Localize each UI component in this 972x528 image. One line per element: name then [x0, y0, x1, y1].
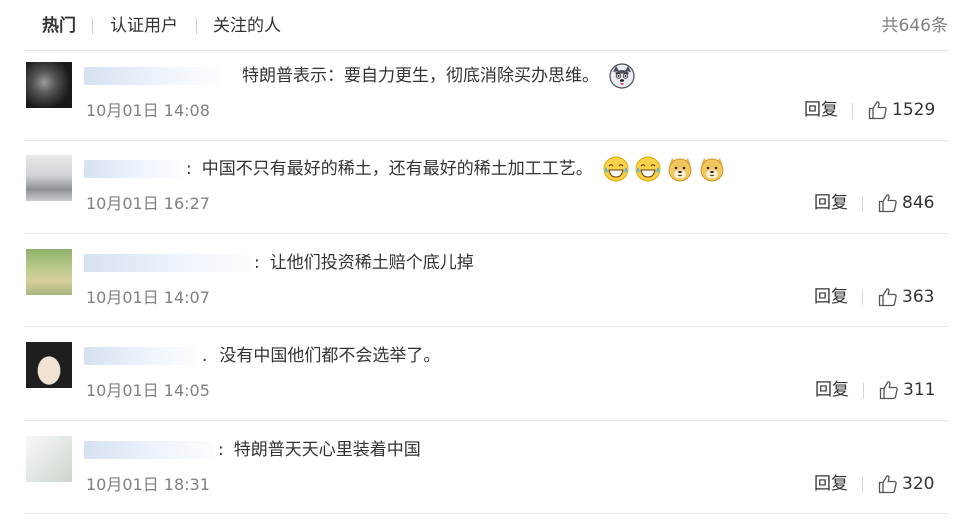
username-dot: .: [202, 346, 208, 366]
comment-text: : 中国不只有最好的稀土，还有最好的稀土加工工艺。: [186, 156, 725, 182]
like-button[interactable]: 846: [878, 191, 938, 215]
action-divider: [862, 477, 863, 493]
username-colon: :: [218, 440, 224, 460]
comment-divider: [24, 140, 948, 141]
like-count: 1529: [892, 100, 936, 120]
comment-item: : 让他们投资稀土赔个底儿掉 10月01日 14:07 回复 363: [0, 249, 972, 341]
comment-date: 10月01日 14:08: [86, 101, 210, 120]
reply-button[interactable]: 回复: [815, 378, 849, 402]
comment-divider: [24, 420, 948, 421]
comment-body: 没有中国他们都不会选举了。: [219, 346, 441, 366]
thumbs-up-icon: [868, 101, 887, 120]
doge-emoji-icon: [668, 158, 692, 182]
comment-body: 特朗普表示：要自力更生，彻底消除买办思维。: [242, 66, 599, 86]
action-divider: [862, 196, 863, 212]
username-blurred[interactable]: [84, 441, 214, 459]
comment-date: 10月01日 14:05: [86, 381, 210, 400]
username-colon: :: [186, 159, 192, 179]
like-button[interactable]: 311: [879, 378, 939, 402]
tab-verified-users[interactable]: 认证用户: [110, 14, 178, 38]
like-button[interactable]: 363: [878, 285, 938, 309]
header-divider: [24, 50, 948, 51]
avatar[interactable]: [26, 342, 72, 388]
comment-text: : 让他们投资稀土赔个底儿掉: [254, 250, 474, 276]
reply-button[interactable]: 回复: [804, 98, 838, 122]
comment-divider: [24, 326, 948, 327]
husky-emoji-icon: [609, 63, 635, 89]
doge-emoji-icon: [700, 158, 724, 182]
username-blurred[interactable]: [84, 160, 180, 178]
tab-hot[interactable]: 热门: [42, 14, 76, 38]
comment-text: 特朗普表示：要自力更生，彻底消除买办思维。: [242, 63, 635, 89]
action-divider: [863, 383, 864, 399]
avatar[interactable]: [26, 155, 72, 201]
laugh-cry-emoji-icon: [603, 156, 629, 182]
like-count: 311: [903, 380, 936, 400]
tab-divider: [196, 18, 197, 34]
username-blurred[interactable]: [84, 254, 250, 272]
comment-item: : 特朗普天天心里装着中国 10月01日 18:31 回复 320: [0, 436, 972, 528]
comment-date: 10月01日 14:07: [86, 288, 210, 307]
comment-body: 让他们投资稀土赔个底儿掉: [269, 253, 474, 273]
thumbs-up-icon: [878, 288, 897, 307]
like-button[interactable]: 1529: [868, 98, 938, 122]
tab-divider: [92, 18, 93, 34]
comment-body: 中国不只有最好的稀土，还有最好的稀土加工工艺。: [201, 159, 593, 179]
tab-following[interactable]: 关注的人: [213, 14, 281, 38]
comment-tabs: 热门 认证用户 关注的人 共646条: [0, 0, 972, 52]
reply-button[interactable]: 回复: [814, 472, 848, 496]
username-blurred[interactable]: [84, 347, 194, 365]
thumbs-up-icon: [878, 475, 897, 494]
comment-text: . 没有中国他们都不会选举了。: [202, 343, 440, 369]
comment-body: 特朗普天天心里装着中国: [233, 440, 421, 460]
username-colon: :: [254, 253, 260, 273]
thumbs-up-icon: [879, 381, 898, 400]
thumbs-up-icon: [878, 194, 897, 213]
comment-total-count: 共646条: [881, 16, 948, 36]
action-divider: [852, 103, 853, 119]
avatar[interactable]: [26, 62, 72, 108]
avatar[interactable]: [26, 436, 72, 482]
action-divider: [862, 290, 863, 306]
like-count: 363: [902, 287, 935, 307]
laugh-cry-emoji-icon: [635, 156, 661, 182]
like-count: 846: [902, 193, 935, 213]
comment-divider: [24, 233, 948, 234]
avatar[interactable]: [26, 249, 72, 295]
like-button[interactable]: 320: [878, 472, 938, 496]
reply-button[interactable]: 回复: [814, 285, 848, 309]
comment-text: : 特朗普天天心里装着中国: [218, 437, 421, 463]
comment-date: 10月01日 16:27: [86, 194, 210, 213]
comment-divider: [24, 513, 948, 514]
username-blurred[interactable]: [84, 67, 218, 85]
like-count: 320: [902, 474, 935, 494]
comment-date: 10月01日 18:31: [86, 475, 210, 494]
reply-button[interactable]: 回复: [814, 191, 848, 215]
